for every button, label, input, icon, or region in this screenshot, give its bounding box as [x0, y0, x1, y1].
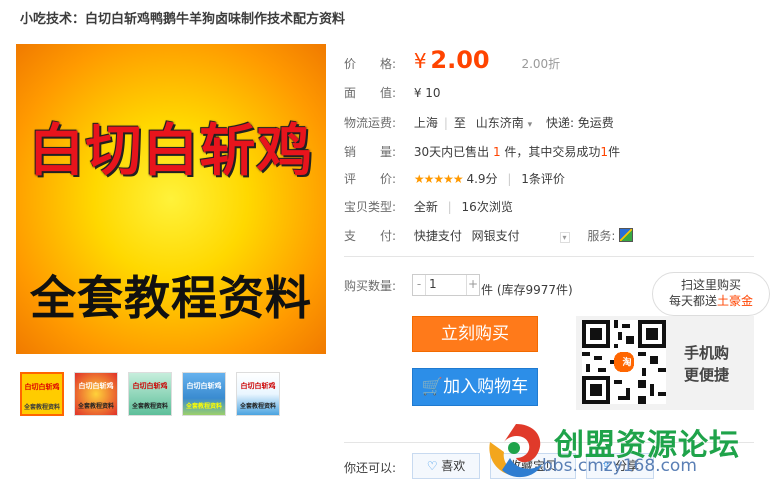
discount-text: 2.00折 — [521, 57, 561, 71]
thumbnail-caption: 白切白斩鸡 — [186, 382, 222, 390]
tip-line2: 每天都送土豪金 — [653, 293, 769, 309]
mobile-purchase-panel[interactable]: 淘 手机购 更便捷 — [576, 316, 754, 410]
thumbnail-caption: 白切白斩鸡 — [240, 382, 276, 390]
thumbnail-subcaption: 全套教程资料 — [239, 403, 276, 410]
sales-row: 销 量: 30天内已售出 1 件，其中交易成功1件 — [344, 143, 620, 160]
thumbnail-subcaption: 全套教程资料 — [185, 403, 222, 410]
payment-method-bank: 网银支付 — [471, 229, 520, 243]
separator: | — [447, 200, 452, 214]
quantity-stepper: - 1 + — [412, 274, 480, 296]
watermark-url: bbs.cmzy168.com — [542, 456, 697, 476]
share-label: 你还可以: — [344, 461, 397, 475]
service-label: 服务: — [587, 229, 616, 243]
separator: | — [507, 172, 512, 186]
thumbnail-subcaption: 全套教程资料 — [131, 403, 168, 410]
star-rating-icon: ★★★★★ — [413, 172, 464, 186]
separator: | — [443, 116, 448, 130]
sales-label: 销 量: — [344, 145, 397, 159]
like-button[interactable]: ♡ 喜欢 — [412, 453, 480, 479]
express-fee: 快递: 免运费 — [545, 116, 614, 130]
rating-row: 评 价: ★★★★★ 4.9分 | 1条评价 — [344, 170, 565, 187]
service-badge-icon[interactable] — [619, 228, 634, 242]
thumbnail-5[interactable]: 白切白斩鸡 全套教程资料 — [236, 372, 280, 416]
thumbnail-subcaption: 全套教程资料 — [23, 404, 60, 411]
item-type-label: 宝贝类型: — [344, 200, 397, 214]
thumbnail-caption: 白切白斩鸡 — [24, 383, 60, 391]
rating-score: 4.9分 — [466, 172, 498, 186]
thumbnail-1[interactable]: 白切白斩鸡 全套教程资料 — [20, 372, 64, 416]
payment-method-quick: 快捷支付 — [413, 229, 462, 243]
face-value: ¥ 10 — [413, 86, 441, 100]
divider — [344, 256, 754, 257]
payment-row: 支 付: 快捷支付 网银支付 ▾ 服务: — [344, 227, 634, 244]
face-value-label: 面 值: — [344, 86, 397, 100]
thumbnail-subcaption: 全套教程资料 — [77, 403, 114, 410]
ship-to-value: 山东济南 — [475, 116, 524, 130]
promo-line2: 更便捷 — [684, 366, 730, 384]
currency-symbol: ¥ — [413, 49, 427, 73]
decrement-button[interactable]: - — [413, 275, 426, 295]
add-to-cart-button[interactable]: 🛒加入购物车 — [412, 368, 538, 406]
buy-now-button[interactable]: 立刻购买 — [412, 316, 538, 352]
review-count-link[interactable]: 1条评价 — [521, 172, 565, 186]
price-row: 价 格: ¥ 2.00 2.00折 — [344, 46, 560, 74]
thumbnail-3[interactable]: 白切白斩鸡 全套教程资料 — [128, 372, 172, 416]
thumbnail-caption: 白切白斩鸡 — [132, 382, 168, 390]
main-image-headline: 白切白斩鸡 — [28, 119, 314, 184]
stock-info: 件 (库存9977件) — [481, 283, 573, 297]
ship-to-dropdown[interactable]: 山东济南 ▾ — [476, 116, 532, 130]
success-count: 1 — [600, 145, 609, 159]
cart-icon: 🛒 — [421, 377, 444, 397]
main-product-image[interactable]: 白切白斩鸡 全套教程资料 — [16, 44, 326, 354]
success-unit: 件 — [608, 145, 621, 159]
quantity-input[interactable]: 1 — [429, 277, 437, 291]
quantity-row: 购买数量: — [344, 277, 410, 294]
sold-unit: 件，其中交易成功 — [504, 145, 601, 159]
thumbnail-strip: 白切白斩鸡 全套教程资料 白切白斩鸡 全套教程资料 白切白斩鸡 全套教程资料 白… — [20, 372, 280, 416]
tip-line2-prefix: 每天都送 — [668, 294, 717, 308]
increment-button[interactable]: + — [466, 275, 479, 295]
sold-count: 1 — [492, 145, 501, 159]
item-condition: 全新 — [413, 200, 438, 214]
add-to-cart-label: 加入购物车 — [443, 377, 529, 397]
product-title: 小吃技术：白切白斩鸡鸭鹅牛羊狗卤味制作技术配方资料 — [20, 12, 346, 27]
ship-from: 上海 — [413, 116, 438, 130]
qr-badge: 淘 — [622, 358, 632, 368]
site-watermark: 创盟资源论坛 bbs.cmzy168.com — [478, 416, 768, 486]
price-value: 2.00 — [430, 46, 490, 74]
tip-line1: 扫这里购买 — [680, 278, 741, 292]
face-value-row: 面 值: ¥ 10 — [344, 84, 441, 101]
shipping-label: 物流运费: — [344, 116, 397, 130]
heart-icon: ♡ — [426, 459, 438, 473]
item-type-row: 宝贝类型: 全新 | 16次浏览 — [344, 198, 513, 215]
mobile-tip-bubble: 扫这里购买 每天都送土豪金 — [652, 272, 770, 316]
thumbnail-caption: 白切白斩鸡 — [78, 382, 114, 390]
like-label: 喜欢 — [441, 459, 466, 473]
sold-prefix: 30天内已售出 — [413, 145, 490, 159]
ship-to-label: 至 — [453, 116, 466, 130]
thumbnail-2[interactable]: 白切白斩鸡 全套教程资料 — [74, 372, 118, 416]
tip-highlight: 土豪金 — [717, 294, 754, 308]
main-image-subline: 全套教程资料 — [30, 271, 312, 325]
price-label: 价 格: — [344, 57, 397, 71]
quantity-label: 购买数量: — [344, 279, 397, 293]
rating-label: 评 价: — [344, 172, 397, 186]
expand-icon[interactable]: ▾ — [559, 232, 570, 243]
payment-label: 支 付: — [344, 229, 397, 243]
shipping-row: 物流运费: 上海 | 至 山东济南 ▾ 快递: 免运费 — [344, 114, 614, 131]
mobile-promo-text: 手机购 更便捷 — [684, 342, 729, 386]
thumbnail-4[interactable]: 白切白斩鸡 全套教程资料 — [182, 372, 226, 416]
promo-line1: 手机购 — [684, 344, 730, 362]
chevron-down-icon: ▾ — [527, 120, 533, 130]
view-count: 16次浏览 — [461, 200, 513, 214]
